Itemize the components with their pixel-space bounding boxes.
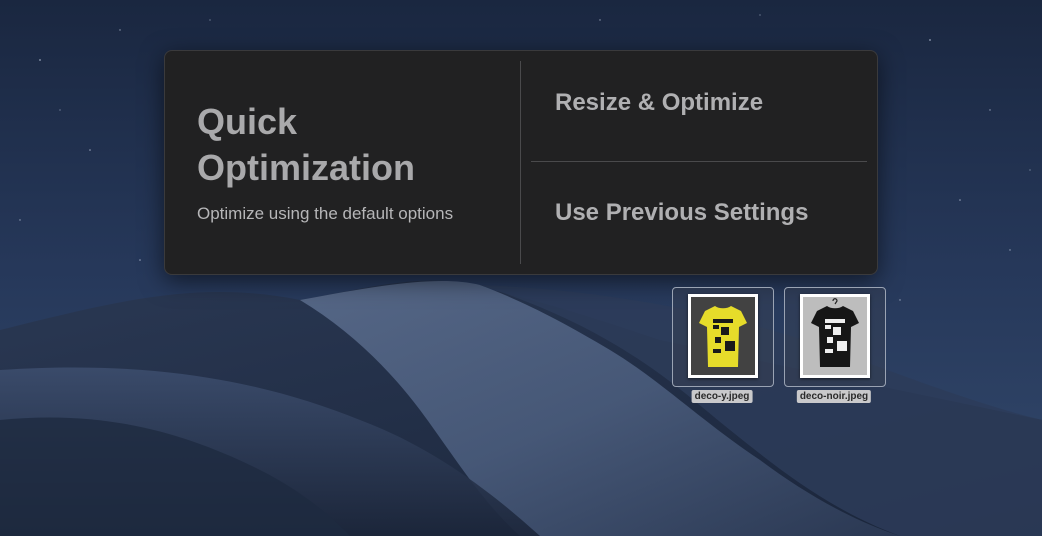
use-previous-settings-button[interactable]: Use Previous Settings [521,162,877,274]
quick-optimization-subtitle: Optimize using the default options [197,204,454,223]
file-item-deco-y[interactable]: deco-y.jpeg [672,287,774,411]
image-frame [800,294,870,378]
black-tshirt-image-icon [803,297,867,375]
options-area: Resize & Optimize Use Previous Settings [521,51,877,274]
file-name-label[interactable]: deco-y.jpeg [691,390,753,403]
use-previous-settings-label: Use Previous Settings [555,199,809,226]
image-frame [688,294,758,378]
quick-optimization-area[interactable]: Quick Optimization Optimize using the de… [165,51,520,274]
file-thumbnail[interactable] [784,287,886,387]
quick-optimization-title: Quick Optimization [197,101,415,188]
optimization-panel: Quick Optimization Optimize using the de… [164,50,878,275]
resize-optimize-label: Resize & Optimize [555,89,764,116]
yellow-tshirt-image-icon [691,297,755,375]
file-item-deco-noir[interactable]: deco-noir.jpeg [784,287,886,411]
file-name-label[interactable]: deco-noir.jpeg [796,390,872,403]
file-thumbnail[interactable] [672,287,774,387]
resize-optimize-button[interactable]: Resize & Optimize [521,51,877,161]
